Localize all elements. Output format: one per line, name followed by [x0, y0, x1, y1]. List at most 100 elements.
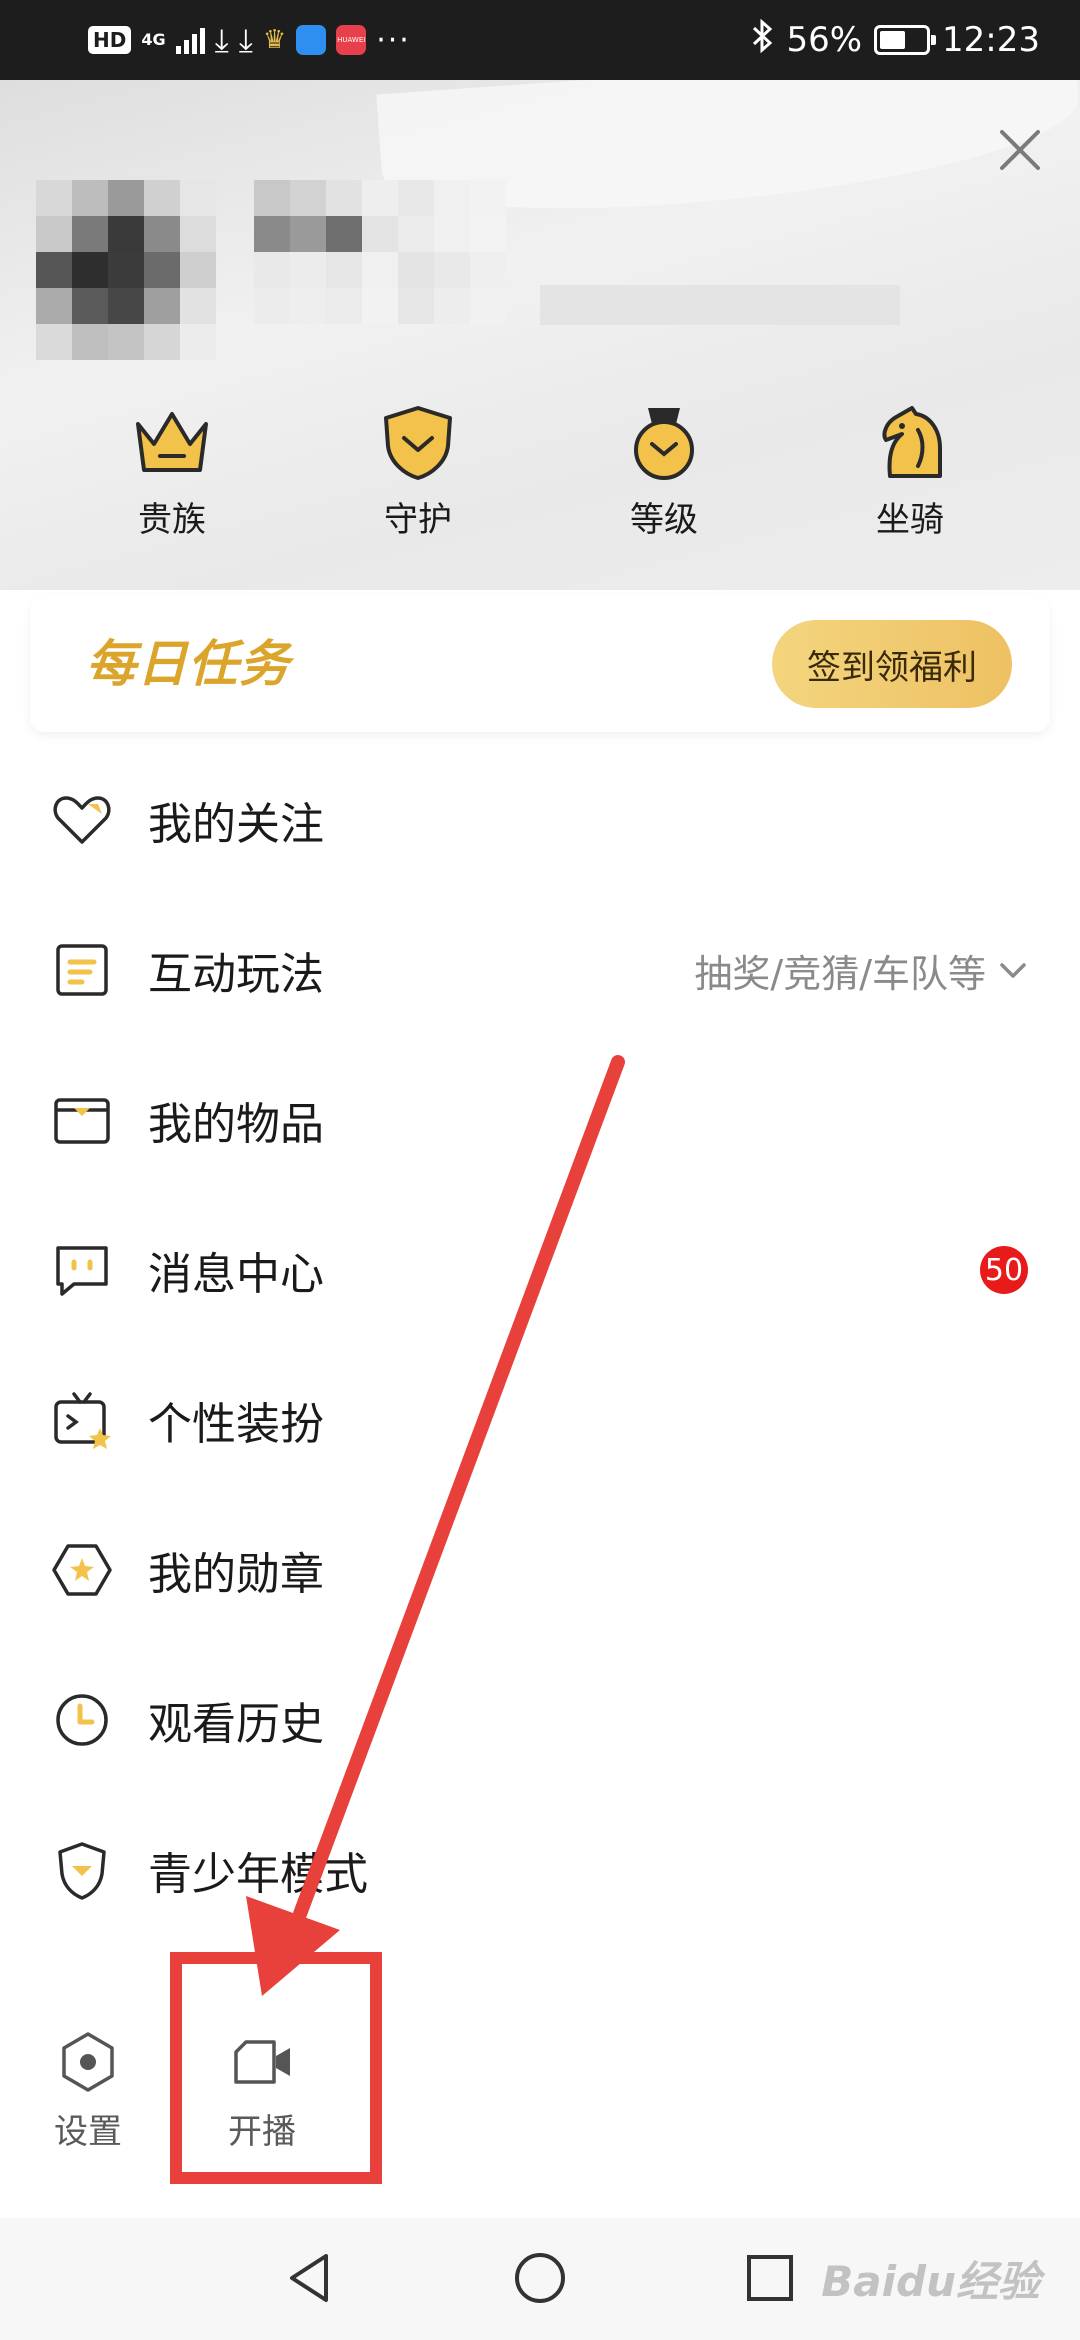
- interaction-hint: 抽奖/竞猜/车队等: [694, 951, 986, 996]
- avatar[interactable]: [36, 180, 216, 360]
- perk-label: 等级: [630, 500, 698, 540]
- name-pixel: [434, 288, 470, 324]
- dressup-icon: [54, 1392, 111, 1449]
- start-broadcast-button[interactable]: 开播: [202, 2030, 322, 2153]
- badge-icon: [52, 1544, 112, 1596]
- avatar-pixel: [36, 216, 72, 252]
- avatar-pixel: [144, 180, 180, 216]
- perk-guard[interactable]: 守护: [338, 400, 498, 541]
- network-type: 4G: [141, 30, 166, 49]
- back-button[interactable]: [280, 2248, 340, 2308]
- daily-task-title: 每日任务: [86, 624, 290, 696]
- avatar-pixel: [180, 180, 216, 216]
- avatar-pixel: [108, 324, 144, 360]
- name-pixel: [398, 288, 434, 324]
- menu-item-history[interactable]: 观看历史: [0, 1645, 1080, 1795]
- perk-mount[interactable]: 坐骑: [830, 400, 990, 541]
- checkin-reward-button[interactable]: 签到领福利: [772, 620, 1012, 708]
- avatar-pixel: [108, 216, 144, 252]
- interaction-dropdown[interactable]: 抽奖/竞猜/车队等: [694, 943, 1030, 998]
- battery-icon: [874, 25, 937, 55]
- name-pixel: [290, 216, 326, 252]
- name-pixel: [326, 216, 362, 252]
- clock: 12:23: [942, 20, 1040, 60]
- back-triangle-icon: [290, 2254, 328, 2302]
- name-pixel: [326, 288, 362, 324]
- avatar-pixel: [180, 216, 216, 252]
- menu-item-teen-mode[interactable]: 青少年模式: [0, 1795, 1080, 1945]
- name-pixel: [254, 216, 290, 252]
- avatar-pixel: [36, 180, 72, 216]
- avatar-pixel: [180, 252, 216, 288]
- menu-item-medals[interactable]: 我的勋章: [0, 1495, 1080, 1645]
- avatar-pixel: [180, 324, 216, 360]
- avatar-pixel: [72, 324, 108, 360]
- name-pixel: [398, 180, 434, 216]
- menu-item-messages[interactable]: 消息中心 50: [0, 1195, 1080, 1345]
- menu-item-dressup[interactable]: 个性装扮: [0, 1345, 1080, 1495]
- name-pixel: [434, 252, 470, 288]
- menu-item-items[interactable]: 我的物品: [0, 1045, 1080, 1195]
- status-bar: HD 4G ⤓ ⤓ ♛ HUAWEI ··· 56% 12:23: [0, 0, 1080, 80]
- name-pixel: [434, 216, 470, 252]
- name-pixel: [326, 252, 362, 288]
- name-pixel: [254, 252, 290, 288]
- avatar-pixel: [144, 216, 180, 252]
- close-icon: [1000, 130, 1040, 170]
- settings-button[interactable]: 设置: [28, 2030, 148, 2153]
- chevron-down-icon: [1000, 963, 1026, 978]
- menu-item-label: 我的勋章: [148, 1549, 324, 1600]
- avatar-pixel: [108, 288, 144, 324]
- recents-button[interactable]: [740, 2248, 800, 2308]
- game-app-icon: ♛: [262, 25, 287, 55]
- name-pixel: [290, 252, 326, 288]
- recents-square-icon: [747, 2255, 793, 2301]
- name-pixel: [398, 252, 434, 288]
- name-pixel: [470, 252, 506, 288]
- bluetooth-icon: [752, 18, 774, 62]
- more-notifications-icon: ···: [376, 22, 411, 58]
- home-circle-icon: [515, 2253, 565, 2303]
- perk-nobility[interactable]: 贵族: [92, 400, 252, 541]
- menu-item-label: 个性装扮: [148, 1399, 324, 1450]
- crown-icon: [136, 412, 208, 472]
- perk-level[interactable]: 等级: [584, 400, 744, 541]
- settings-label: 设置: [54, 2112, 122, 2152]
- avatar-pixel: [108, 180, 144, 216]
- menu-item-label: 互动玩法: [148, 949, 324, 1000]
- profile-header: 贵族 守护 等级 坐骑: [0, 80, 1080, 590]
- medal-icon: [634, 408, 694, 480]
- horse-icon: [882, 406, 942, 478]
- hd-indicator: HD: [88, 26, 132, 54]
- home-button[interactable]: [510, 2248, 570, 2308]
- status-left-icons: HD 4G ⤓ ⤓ ♛ HUAWEI ···: [88, 18, 411, 62]
- daily-task-card[interactable]: 每日任务 签到领福利: [30, 596, 1050, 732]
- system-nav-bar: Baidu经验: [0, 2218, 1080, 2340]
- battery-percent: 56%: [786, 20, 863, 60]
- watermark: Baidu经验: [821, 2257, 1040, 2306]
- avatar-pixel: [72, 288, 108, 324]
- perk-label: 贵族: [138, 500, 206, 540]
- battery-fill: [880, 31, 905, 49]
- menu-item-interaction[interactable]: 互动玩法 抽奖/竞猜/车队等: [0, 895, 1080, 1045]
- menu-item-label: 消息中心: [148, 1249, 324, 1300]
- name-pixel: [398, 216, 434, 252]
- box-icon: [54, 1098, 110, 1144]
- perk-label: 坐骑: [876, 500, 944, 540]
- shield-icon: [384, 406, 452, 480]
- avatar-pixel: [36, 252, 72, 288]
- menu-item-follow[interactable]: 我的关注: [0, 745, 1080, 895]
- close-button[interactable]: [990, 120, 1050, 180]
- status-right: 56% 12:23: [752, 16, 1040, 64]
- name-pixel: [362, 180, 398, 216]
- menu-item-label: 我的关注: [148, 799, 324, 850]
- name-pixel: [362, 216, 398, 252]
- settings-hexagon-icon: [62, 2032, 114, 2092]
- menu-list: 我的关注 互动玩法 抽奖/竞猜/车队等 我的物品 消息中心 50 个性装扮 我的…: [0, 745, 1080, 1945]
- download-icon-2: ⤓: [238, 21, 253, 59]
- name-pixel: [470, 288, 506, 324]
- avatar-pixel: [180, 288, 216, 324]
- menu-item-label: 我的物品: [148, 1099, 324, 1150]
- broadcast-label: 开播: [228, 2112, 296, 2152]
- cloud-app-icon: [296, 25, 327, 55]
